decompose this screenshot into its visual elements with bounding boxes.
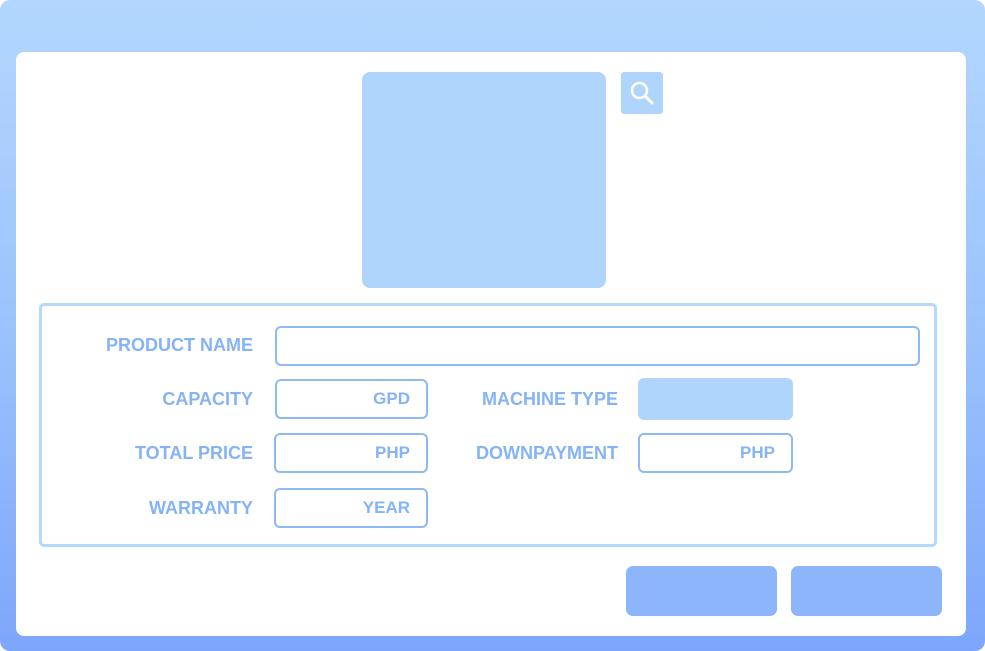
total-price-label: TOTAL PRICE xyxy=(134,443,253,463)
search-button[interactable] xyxy=(621,72,663,114)
product-form: PRODUCT NAME CAPACITY GPD MACHINE TYPE T… xyxy=(39,303,937,547)
primary-action-button[interactable] xyxy=(626,566,777,616)
capacity-input[interactable]: GPD xyxy=(275,379,428,419)
capacity-unit: GPD xyxy=(373,389,410,408)
main-panel: PRODUCT NAME CAPACITY GPD MACHINE TYPE T… xyxy=(16,52,966,636)
warranty-unit: YEAR xyxy=(362,498,410,517)
machine-type-label: MACHINE TYPE xyxy=(481,389,618,409)
app-window: PRODUCT NAME CAPACITY GPD MACHINE TYPE T… xyxy=(0,0,985,651)
search-icon xyxy=(630,81,654,105)
warranty-label: WARRANTY xyxy=(149,498,253,518)
downpayment-input[interactable]: PHP xyxy=(638,433,793,473)
product-name-label: PRODUCT NAME xyxy=(106,335,253,355)
total-price-input[interactable]: PHP xyxy=(274,433,428,473)
downpayment-label: DOWNPAYMENT xyxy=(475,443,618,463)
warranty-input[interactable]: YEAR xyxy=(274,488,428,528)
capacity-label: CAPACITY xyxy=(162,389,253,409)
secondary-action-button[interactable] xyxy=(791,566,942,616)
total-price-unit: PHP xyxy=(375,443,410,462)
product-name-input[interactable] xyxy=(275,326,920,366)
downpayment-unit: PHP xyxy=(740,443,775,462)
product-image-placeholder xyxy=(362,72,606,288)
machine-type-select[interactable] xyxy=(638,378,793,420)
